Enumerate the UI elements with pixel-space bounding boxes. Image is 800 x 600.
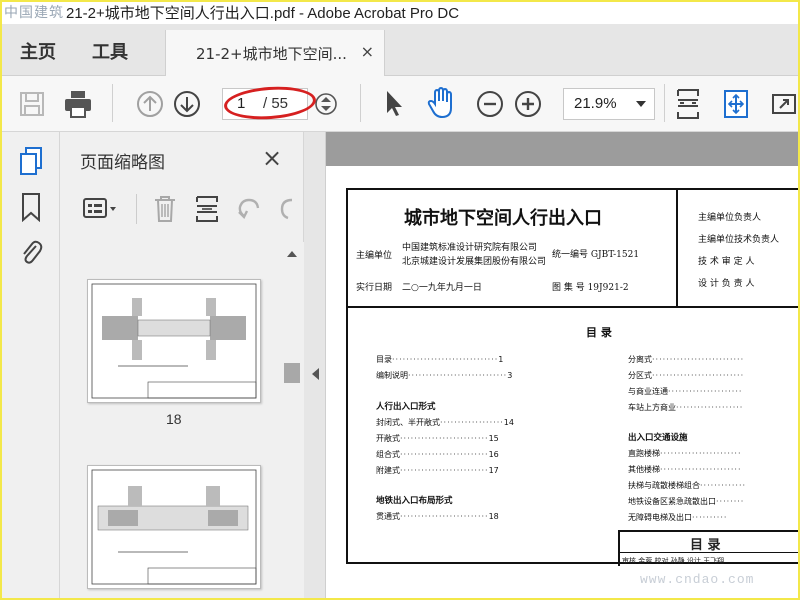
sheet-title-table: 目 录 审核 金蓉 校对 孙静 设计 王飞翔	[618, 530, 800, 566]
pdf-page: 城市地下空间人行出入口 主编单位 中国建筑标准设计研究院有限公司 北京城建设计发…	[326, 166, 800, 600]
toc-entry: 封闭式、半开敞式··················14	[376, 418, 514, 427]
thumbnail-drawing	[91, 469, 257, 585]
toc-entry: 与商业连通·····················	[628, 387, 743, 396]
scrollbar-thumb[interactable]	[284, 363, 300, 383]
toc-entry: 分离式··························	[628, 355, 745, 364]
left-rail	[0, 132, 60, 600]
toc-entry: 其他楼梯·······················	[628, 465, 742, 474]
editor-label: 主编单位	[356, 251, 393, 261]
toolbar-separator	[360, 84, 361, 122]
fullscreen-icon[interactable]	[770, 90, 798, 118]
tools-tab[interactable]: 工具	[92, 38, 128, 64]
bookmarks-icon[interactable]	[20, 192, 42, 222]
toc-entry: 无障碍电梯及出口··········	[628, 513, 728, 522]
toc-entry: 附建式·························17	[376, 466, 499, 475]
close-tab-icon[interactable]: ×	[361, 42, 374, 61]
title-bar: 中国建筑 21-2+城市地下空间人行出入口.pdf - Adobe Acroba…	[0, 0, 800, 24]
date-label: 实行日期	[356, 283, 393, 293]
unified-number: 统一编号 GJBT-1521	[552, 250, 640, 260]
site-watermark: www.cndao.com	[640, 572, 755, 587]
title-block: 城市地下空间人行出入口 主编单位 中国建筑标准设计研究院有限公司 北京城建设计发…	[348, 190, 800, 308]
extract-page-icon[interactable]	[194, 194, 220, 224]
toc-entry: 地铁设备区紧急疏散出口········	[628, 497, 745, 506]
document-view[interactable]: 城市地下空间人行出入口 主编单位 中国建筑标准设计研究院有限公司 北京城建设计发…	[326, 132, 800, 600]
panel-separator	[136, 194, 137, 224]
editor-org-1: 中国建筑标准设计研究院有限公司	[402, 243, 538, 253]
close-panel-icon[interactable]: ×	[262, 144, 282, 172]
toc-entry: 贯通式·························18	[376, 512, 499, 521]
page-thumbnail[interactable]	[87, 465, 261, 589]
toc-entry: 开敞式·························15	[376, 434, 499, 443]
toc-entry: 组合式·························16	[376, 450, 499, 459]
toc-heading: 目 录	[586, 326, 612, 339]
page-thumbnails-icon[interactable]	[18, 146, 44, 176]
panel-title: 页面缩略图	[80, 153, 165, 173]
drawing-frame: 城市地下空间人行出入口 主编单位 中国建筑标准设计研究院有限公司 北京城建设计发…	[346, 188, 800, 566]
panel-collapse-handle[interactable]	[304, 132, 326, 600]
fit-page-icon[interactable]	[674, 86, 702, 122]
toolbar-separator	[664, 84, 665, 122]
toc-entry: 目录······························1	[376, 355, 504, 364]
zoom-out-icon[interactable]	[476, 90, 504, 118]
thumbnail-scrollbar[interactable]	[282, 243, 302, 600]
home-tab[interactable]: 主页	[20, 38, 56, 64]
responsible-line: 技 术 审 定 人	[698, 257, 755, 267]
page-stepper-icon[interactable]	[314, 92, 338, 116]
page-down-icon[interactable]	[173, 90, 201, 118]
toc-entry: 分区式··························	[628, 371, 745, 380]
undo-icon[interactable]	[236, 196, 262, 222]
redo-icon[interactable]	[276, 196, 296, 222]
chevron-down-icon[interactable]	[636, 101, 646, 107]
toc-section: 人行出入口形式	[376, 402, 436, 412]
document-title: 城市地下空间人行出入口	[404, 208, 602, 229]
collapse-arrow-icon[interactable]	[312, 368, 319, 380]
page-thumbnail[interactable]	[87, 279, 261, 403]
signature-row: 审核 金蓉 校对 孙静 设计 王飞翔	[620, 552, 800, 568]
document-tab-label: 21-2+城市地下空间...	[196, 44, 347, 63]
page-up-icon[interactable]	[136, 90, 164, 118]
options-icon[interactable]	[82, 196, 120, 222]
toc-entry: 编制说明····························3	[376, 371, 513, 380]
atlas-number: 图 集 号 19J921-2	[552, 283, 629, 293]
document-tab[interactable]: 21-2+城市地下空间... ×	[165, 30, 385, 76]
toc-entry: 车站上方商业···················	[628, 403, 744, 412]
delete-page-icon[interactable]	[152, 194, 178, 224]
toolbar: 1 / 55 21.9%	[0, 76, 800, 132]
select-cursor-icon[interactable]	[382, 88, 406, 118]
hand-tool-icon[interactable]	[426, 86, 458, 120]
responsible-line: 主编单位技术负责人	[698, 235, 780, 245]
thumbnail-drawing	[91, 283, 257, 399]
attachments-icon[interactable]	[18, 236, 44, 266]
toc-entry: 直跑楼梯·······················	[628, 449, 742, 458]
toc-section: 出入口交通设施	[628, 433, 688, 443]
menu-bar: 主页 工具	[0, 24, 800, 76]
responsible-line: 主编单位负责人	[698, 213, 762, 223]
zoom-dropdown[interactable]: 21.9%	[563, 88, 655, 120]
toolbar-separator	[112, 84, 113, 122]
print-icon[interactable]	[62, 88, 94, 120]
scroll-up-arrow-icon[interactable]	[287, 251, 297, 257]
editor-org-2: 北京城建设计发展集团股份有限公司	[402, 257, 547, 267]
date-value: 二○一九年九月一日	[402, 283, 482, 293]
zoom-value: 21.9%	[574, 95, 617, 112]
responsible-line: 设 计 负 责 人	[698, 279, 755, 289]
page-gap	[326, 132, 800, 166]
toc-entry: 扶梯与疏散楼梯组合·············	[628, 481, 747, 490]
brand-watermark: 中国建筑	[4, 4, 64, 20]
window-title: 21-2+城市地下空间人行出入口.pdf - Adobe Acrobat Pro…	[66, 4, 460, 22]
zoom-in-icon[interactable]	[514, 90, 542, 118]
toc-section: 地铁出入口布局形式	[376, 496, 453, 506]
save-icon[interactable]	[18, 90, 46, 118]
thumbnail-page-number: 18	[166, 411, 182, 427]
sheet-title: 目 录	[690, 538, 721, 553]
scroll-mode-icon[interactable]	[722, 88, 750, 120]
title-block-divider	[676, 190, 678, 308]
